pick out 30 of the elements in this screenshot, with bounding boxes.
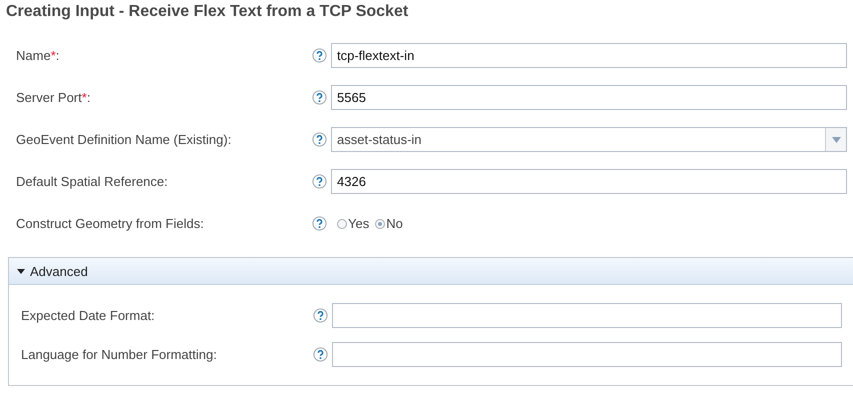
field-label: Construct Geometry from Fields: (16, 216, 204, 231)
text-field[interactable]: 4326 (331, 169, 847, 194)
help-icon[interactable] (312, 48, 327, 63)
required-mark: * (50, 48, 56, 63)
field-label: Default Spatial Reference: (16, 174, 168, 189)
field-label: Language for Number Formatting: (21, 347, 217, 362)
section-header[interactable]: Advanced (9, 258, 853, 285)
dropdown-field[interactable]: asset-status-in (331, 127, 847, 152)
caret-icon (832, 136, 840, 142)
field-label: Server Port (16, 90, 82, 105)
help-icon[interactable] (312, 174, 327, 189)
help-icon[interactable] (313, 308, 328, 323)
caret-icon (17, 268, 25, 274)
text-field[interactable] (332, 303, 842, 328)
required-mark: * (82, 90, 87, 105)
help-icon[interactable] (313, 347, 328, 362)
help-icon[interactable] (312, 90, 327, 105)
colon-text: : (56, 48, 60, 63)
page-title: Creating Input - Receive Flex Text from a TCP Socket (5, 2, 410, 22)
text-field[interactable]: 5565 (331, 85, 847, 110)
field-label: Name (16, 48, 51, 63)
colon-text: : (86, 90, 90, 105)
help-icon[interactable] (312, 216, 327, 231)
text-field[interactable] (332, 342, 842, 367)
field-label: Expected Date Format: (21, 308, 155, 323)
text-field[interactable]: tcp-flextext-in (331, 43, 847, 68)
radio-option[interactable]: Yes (337, 216, 370, 231)
help-icon[interactable] (312, 132, 327, 147)
field-label: GeoEvent Definition Name (Existing): (16, 132, 232, 147)
radio-option[interactable]: No (375, 216, 403, 231)
